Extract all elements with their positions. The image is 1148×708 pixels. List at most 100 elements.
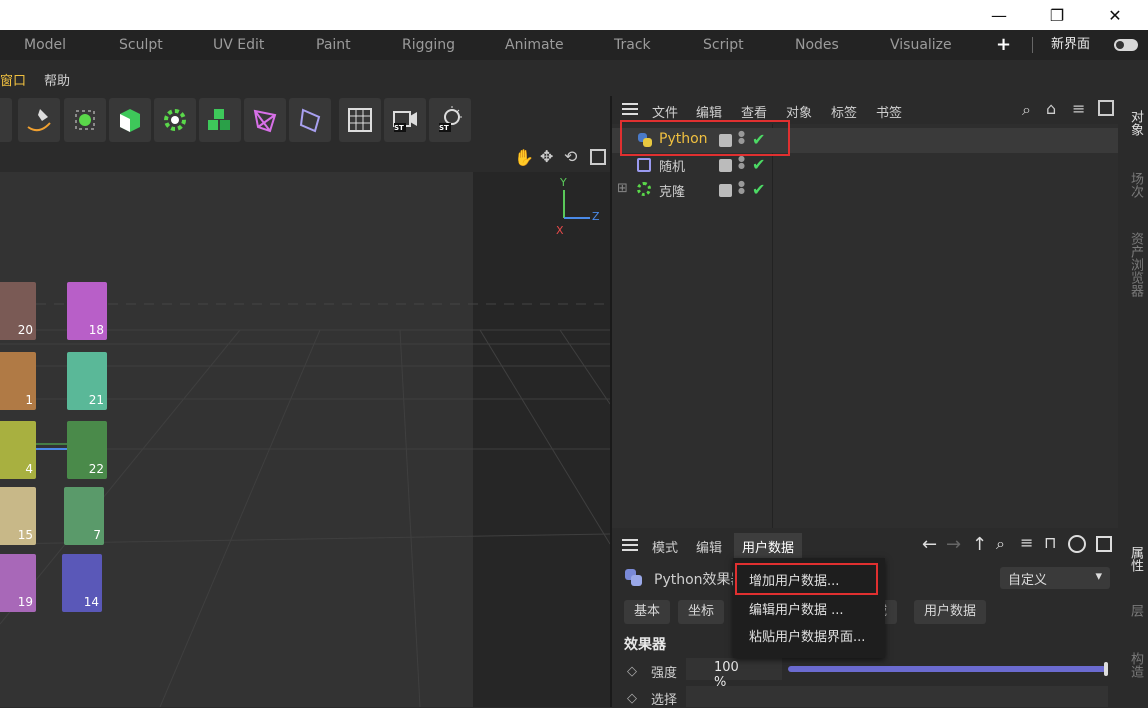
layout-tab-track[interactable]: Track [614, 30, 651, 60]
attr-menu-edit[interactable]: 编辑 [696, 537, 722, 556]
pan-hand-icon[interactable]: ✋ [514, 148, 534, 167]
clone-cube-7[interactable]: 7 [64, 487, 104, 545]
enabled-check-icon[interactable]: ✔ [752, 155, 765, 174]
om-menu-bookmarks[interactable]: 书签 [876, 102, 902, 121]
mograph-cloner-button[interactable] [154, 98, 196, 142]
keyframe-diamond-icon[interactable]: ◇ [627, 664, 637, 679]
spline-pen-button[interactable] [18, 98, 60, 142]
edit-tag-icon[interactable] [719, 159, 732, 172]
om-menu-file[interactable]: 文件 [652, 102, 678, 121]
deformer-button[interactable] [244, 98, 286, 142]
hamburger-icon[interactable] [622, 539, 638, 551]
new-window-icon[interactable] [1096, 536, 1112, 552]
move-view-icon[interactable]: ✥ [540, 147, 553, 166]
clone-cube-21[interactable]: 21 [67, 352, 107, 410]
layout-tab-script[interactable]: Script [703, 30, 744, 60]
om-menu-object[interactable]: 对象 [786, 102, 812, 121]
edit-tag-icon[interactable] [719, 134, 732, 147]
clone-cube-14[interactable]: 14 [62, 554, 102, 612]
camera-button[interactable]: ST [384, 98, 426, 142]
clone-cube-4[interactable]: 4 [0, 421, 36, 479]
om-menu-view[interactable]: 查看 [741, 102, 767, 121]
new-layout-label[interactable]: 新界面 [1051, 30, 1090, 60]
target-icon[interactable] [1068, 535, 1086, 553]
layout-tab-sculpt[interactable]: Sculpt [119, 30, 163, 60]
enabled-check-icon[interactable]: ✔ [752, 180, 765, 199]
object-row-python[interactable]: Python ● ● ✔ [612, 128, 1118, 153]
tab-user-data[interactable]: 用户数据 [914, 600, 987, 624]
clone-cube-15[interactable]: 15 [0, 487, 36, 545]
layout-tab-paint[interactable]: Paint [316, 30, 351, 60]
maximize-button[interactable]: ❐ [1034, 0, 1080, 30]
close-button[interactable]: ✕ [1092, 0, 1138, 30]
side-tab-structure[interactable]: 构造 [1126, 652, 1145, 678]
search-icon[interactable]: ⌕ [1022, 100, 1031, 120]
strength-slider[interactable] [788, 666, 1106, 672]
layout-tab-model[interactable]: Model [24, 30, 66, 60]
attr-menu-user-data[interactable]: 用户数据 [734, 533, 803, 560]
hamburger-icon[interactable] [622, 103, 638, 115]
lock-icon[interactable]: ⊓ [1044, 533, 1056, 552]
side-tab-attributes[interactable]: 属性 [1126, 546, 1145, 572]
field-button[interactable] [199, 98, 241, 142]
layout-tab-uvedit[interactable]: UV Edit [213, 30, 264, 60]
3d-viewport[interactable]: 20 18 1 21 4 22 15 7 19 14 Y Z X [0, 144, 610, 707]
cube-icon [0, 109, 6, 131]
forward-arrow-icon[interactable]: → [946, 534, 961, 555]
back-arrow-icon[interactable]: ← [922, 534, 937, 555]
visibility-dots-icon[interactable]: ● ● [738, 180, 745, 195]
home-icon[interactable]: ⌂ [1046, 99, 1056, 118]
filter-icon[interactable]: ≡ [1020, 533, 1033, 552]
menu-window[interactable]: 窗口 [0, 70, 26, 89]
layout-tab-rigging[interactable]: Rigging [402, 30, 455, 60]
search-icon[interactable]: ⌕ [996, 534, 1005, 554]
add-layout-button[interactable]: + [996, 30, 1011, 60]
keyframe-diamond-icon[interactable]: ◇ [627, 691, 637, 706]
om-menu-tags[interactable]: 标签 [831, 102, 857, 121]
filter-icon[interactable]: ≡ [1072, 99, 1085, 118]
strength-input[interactable]: 100 % [686, 658, 782, 690]
layout-tab-nodes[interactable]: Nodes [795, 30, 839, 60]
side-tab-takes[interactable]: 场次 [1126, 172, 1145, 198]
strength-slider-handle[interactable] [1104, 662, 1108, 676]
light-button[interactable]: ST [429, 98, 471, 142]
cube-primitive-button[interactable] [0, 98, 12, 142]
layout-tab-visualize[interactable]: Visualize [890, 30, 952, 60]
camera-grid-button[interactable] [339, 98, 381, 142]
side-tab-layers[interactable]: 层 [1126, 604, 1145, 617]
layout-tab-animate[interactable]: Animate [505, 30, 564, 60]
selection-field[interactable] [686, 686, 1108, 707]
clone-cube-20[interactable]: 20 [0, 282, 36, 340]
menu-item-paste-user-data-interface[interactable]: 粘贴用户数据界面... [749, 626, 865, 645]
om-menu-edit[interactable]: 编辑 [696, 102, 722, 121]
tab-basic[interactable]: 基本 [624, 600, 671, 624]
edit-tag-icon[interactable] [719, 184, 732, 197]
up-arrow-icon[interactable]: ↑ [972, 534, 987, 555]
clone-cube-18[interactable]: 18 [67, 282, 107, 340]
object-row-cloner[interactable]: ⊞ 克隆 ● ● ✔ [612, 178, 1118, 203]
generator-button[interactable] [64, 98, 106, 142]
maximize-view-icon[interactable] [590, 149, 606, 165]
side-tab-asset-browser[interactable]: 资产浏览器 [1126, 232, 1145, 297]
rotate-view-icon[interactable]: ⟲ [564, 147, 577, 166]
menu-item-add-user-data[interactable]: 增加用户数据... [749, 570, 839, 589]
modeling-button[interactable] [109, 98, 151, 142]
visibility-dots-icon[interactable]: ● ● [738, 155, 745, 170]
clone-cube-22[interactable]: 22 [67, 421, 107, 479]
clone-cube-1[interactable]: 1 [0, 352, 36, 410]
menu-help[interactable]: 帮助 [44, 70, 70, 89]
minimize-button[interactable]: — [976, 0, 1022, 30]
layout-toggle[interactable] [1114, 39, 1138, 51]
clone-cube-19[interactable]: 19 [0, 554, 36, 612]
preset-dropdown[interactable]: 自定义 ▾ [1000, 567, 1110, 589]
tab-coordinates[interactable]: 坐标 [678, 600, 725, 624]
attr-menu-mode[interactable]: 模式 [652, 537, 678, 556]
side-tab-objects[interactable]: 对象 [1126, 110, 1145, 136]
environment-button[interactable] [289, 98, 331, 142]
new-window-icon[interactable] [1098, 100, 1114, 116]
expand-icon[interactable]: ⊞ [617, 181, 628, 196]
object-row-random[interactable]: 随机 ● ● ✔ [612, 153, 1118, 178]
menu-item-edit-user-data[interactable]: 编辑用户数据 ... [749, 599, 844, 618]
enabled-check-icon[interactable]: ✔ [752, 130, 765, 149]
visibility-dots-icon[interactable]: ● ● [738, 130, 745, 150]
